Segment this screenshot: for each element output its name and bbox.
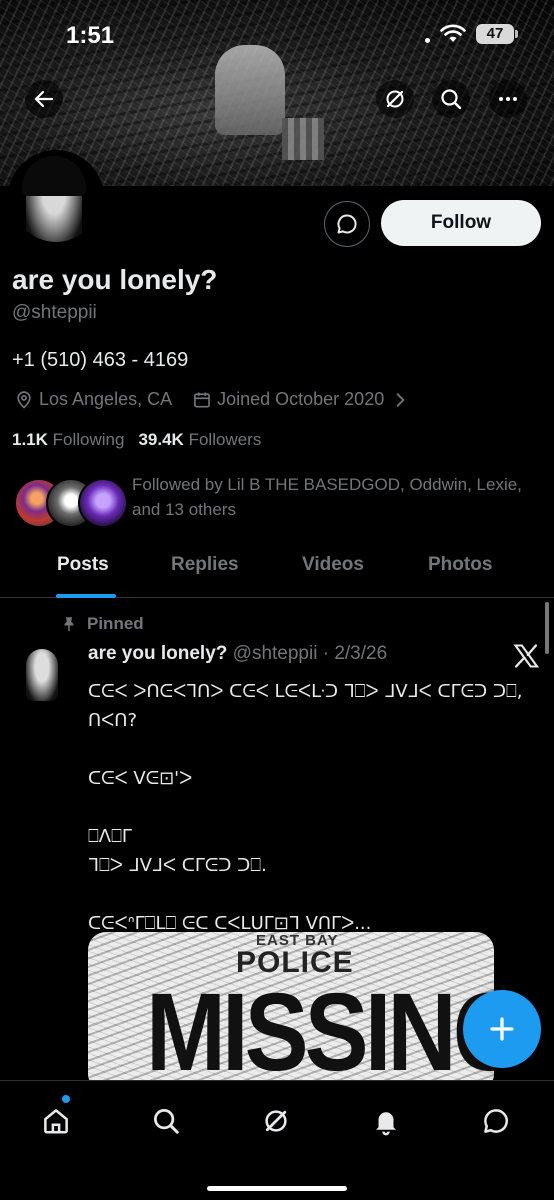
profile-stats: 1.1K Following 39.4K Followers [12, 430, 261, 450]
followers-label: Followers [188, 430, 262, 449]
home-icon [44, 1109, 68, 1134]
tab-replies[interactable]: Replies [171, 554, 239, 576]
post-author-name[interactable]: are you lonely? [88, 643, 227, 664]
status-bar: 1:51 47 [0, 0, 554, 72]
chevron-right-icon[interactable] [390, 390, 410, 410]
following-count: 1.1K [12, 430, 48, 449]
post-header: are you lonely? @shteppii · 2/3/26 [88, 643, 387, 665]
search-icon [441, 89, 462, 110]
post-avatar-face [26, 649, 58, 701]
followed-by-text[interactable]: Followed by Lil B THE BASEDGOD, Oddwin, … [132, 472, 532, 522]
battery-indicator: 47 [476, 24, 518, 44]
message-icon [337, 214, 357, 234]
status-time: 1:51 [66, 22, 115, 49]
post-author-meta: @shteppii · 2/3/26 [232, 643, 388, 664]
more-icon [499, 97, 517, 101]
nav-home[interactable] [36, 1101, 76, 1141]
banner-censor-block [282, 118, 324, 160]
nav-notifications[interactable] [366, 1101, 406, 1141]
avatar-hair [22, 156, 86, 196]
x-logo-icon[interactable] [512, 642, 540, 670]
message-button[interactable] [324, 201, 370, 247]
back-button[interactable] [25, 80, 63, 118]
location-pin-icon [17, 390, 31, 409]
profile-joined[interactable]: Joined October 2020 [217, 389, 384, 410]
grok-button[interactable] [376, 80, 414, 118]
nav-explore[interactable] [146, 1101, 186, 1141]
tab-videos[interactable]: Videos [302, 554, 364, 576]
home-indicator [207, 1186, 347, 1191]
message-icon [484, 1109, 508, 1133]
nav-messages[interactable] [476, 1101, 516, 1141]
status-icons: 47 [425, 24, 518, 44]
plus-icon [490, 1017, 514, 1041]
profile-avatar[interactable] [8, 150, 104, 246]
grok-icon [265, 1110, 287, 1132]
profile-meta: Los Angeles, CA Joined October 2020 [14, 389, 415, 410]
search-button[interactable] [432, 80, 470, 118]
followers-count: 39.4K [138, 430, 184, 449]
avatar [78, 478, 128, 528]
follow-button[interactable]: Follow [381, 200, 541, 246]
profile-bio: +1 (510) 463 - 4169 [12, 349, 189, 371]
profile-handle: @shteppii [12, 302, 97, 323]
bottom-nav [0, 1080, 554, 1200]
following-link[interactable]: 1.1K Following [12, 430, 124, 450]
wifi-icon [440, 24, 466, 42]
following-label: Following [52, 430, 125, 449]
search-icon [154, 1109, 179, 1134]
profile-name: are you lonely? [12, 264, 218, 295]
followed-by-avatars[interactable] [14, 478, 128, 528]
active-tab-indicator [56, 594, 116, 598]
followers-link[interactable]: 39.4K Followers [138, 430, 261, 450]
tab-posts[interactable]: Posts [57, 554, 109, 576]
home-notification-dot [62, 1095, 70, 1103]
image-text-big: MISSING [146, 971, 494, 1092]
post-avatar[interactable] [14, 645, 68, 705]
post-image[interactable]: EAST BAY POLICE MISSING [88, 932, 494, 1092]
pinned-text: Pinned [87, 614, 144, 633]
scrollbar[interactable] [545, 602, 549, 654]
profile-location: Los Angeles, CA [39, 389, 173, 409]
focus-dot-icon [425, 37, 430, 43]
pin-icon [64, 617, 74, 632]
nav-grok[interactable] [256, 1101, 296, 1141]
compose-button[interactable] [463, 990, 541, 1068]
calendar-icon [194, 392, 211, 407]
more-button[interactable] [489, 80, 527, 118]
post-text[interactable]: ᑕᕮᐸ ᐳᑎᕮᐸᒣᑎᐳ ᑕᕮᐸ ᒪᕮᐸᒷᑐ ᒣ⎕ᐳ ᒧᐯᒧᐸ ᑕᒥᕮᑐ ᑐ⎕, … [88, 677, 538, 938]
bell-icon [376, 1112, 396, 1136]
pinned-label: Pinned [60, 614, 144, 634]
grok-icon [386, 90, 404, 108]
back-arrow-icon [34, 90, 54, 108]
profile-tabs: Posts Replies Videos Photos [0, 540, 554, 598]
tab-photos[interactable]: Photos [428, 554, 492, 576]
